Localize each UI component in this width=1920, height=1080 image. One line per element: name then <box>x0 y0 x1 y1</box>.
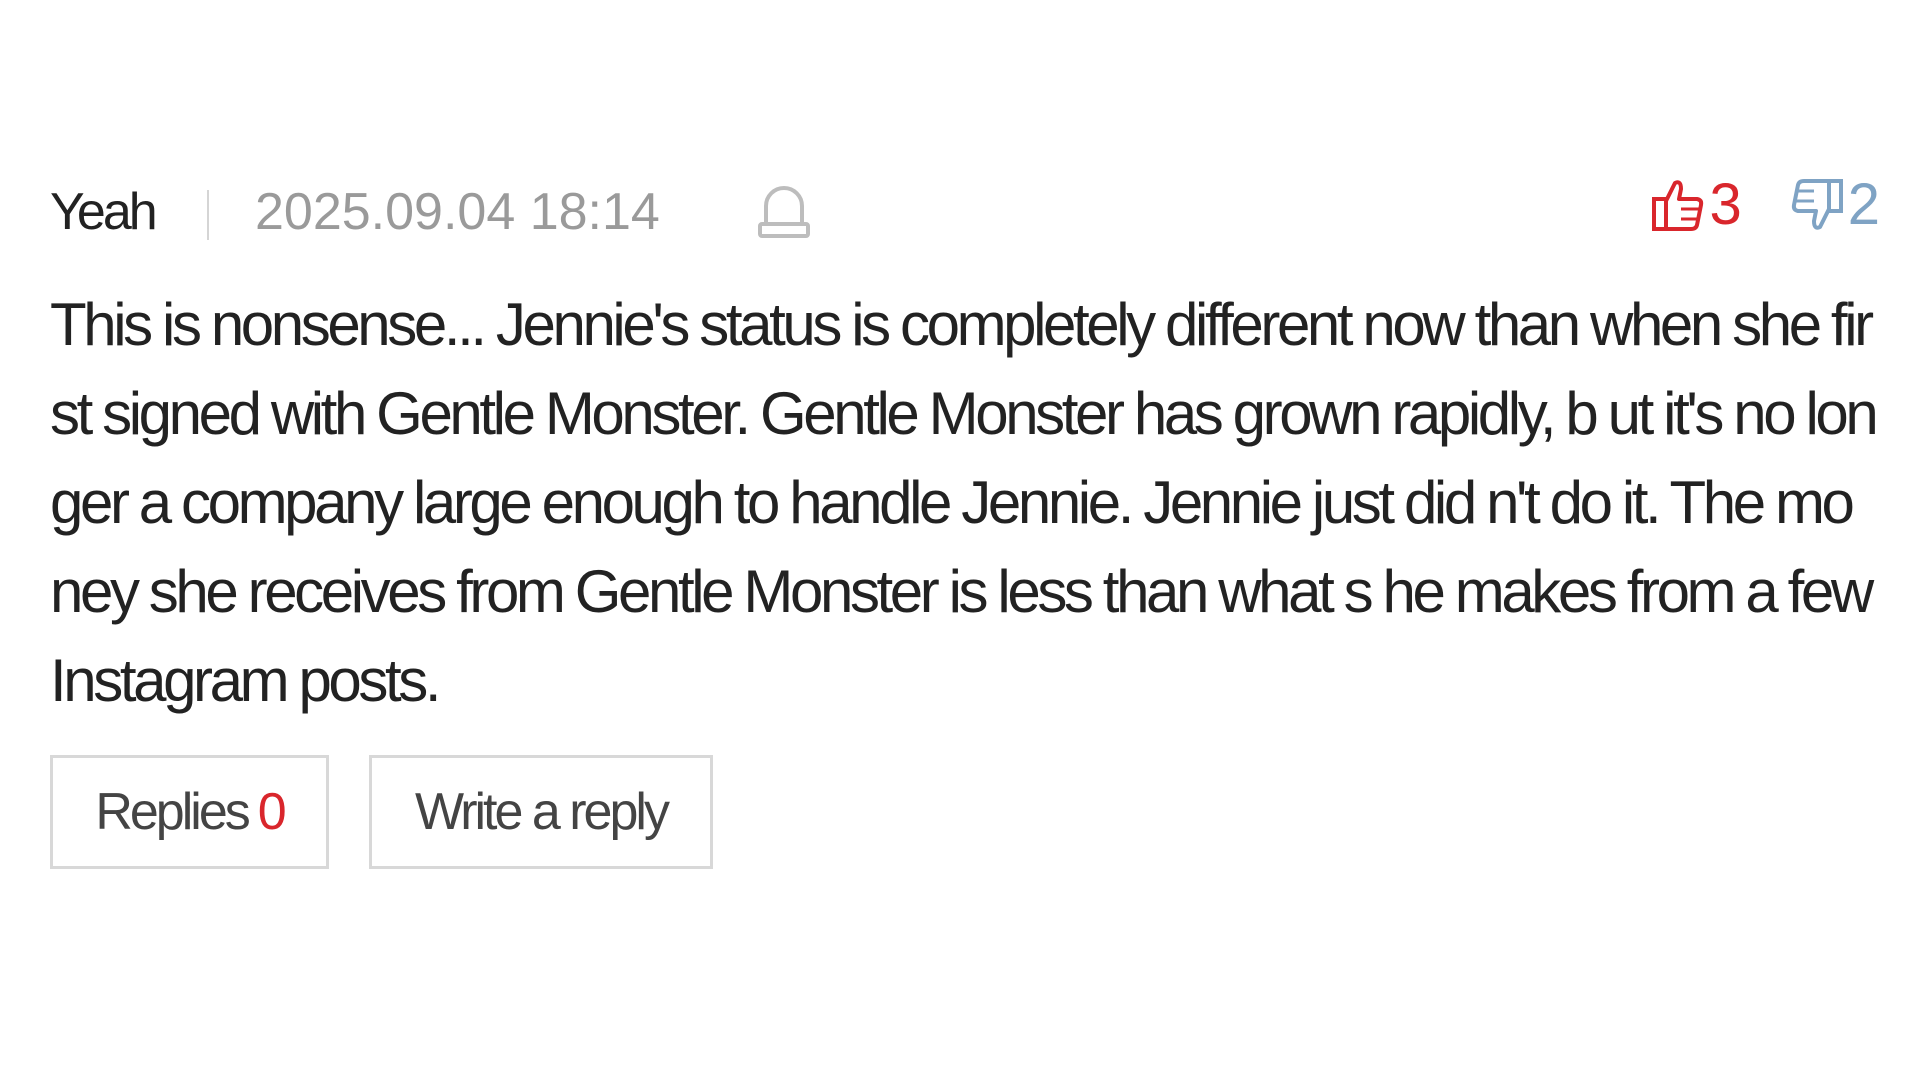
write-reply-button[interactable]: Write a reply <box>369 755 713 869</box>
meta-divider <box>207 190 209 240</box>
like-count: 3 <box>1709 172 1742 237</box>
write-reply-label: Write a reply <box>415 783 670 841</box>
replies-label: Replies <box>95 783 250 841</box>
thumbs-down-icon <box>1790 177 1844 233</box>
vote-controls: 3 2 <box>1651 170 1880 240</box>
thumbs-up-icon <box>1651 177 1705 233</box>
like-button[interactable]: 3 <box>1651 172 1742 237</box>
comment-actions: Replies 0 Write a reply <box>50 755 1880 869</box>
comment-author: Yeah <box>50 183 158 241</box>
comment-card: Yeah 2025.09.04 18:14 3 2 This is nonsen… <box>50 170 1880 869</box>
comment-datetime: 2025.09.04 18:14 <box>255 183 660 241</box>
dislike-count: 2 <box>1847 172 1880 237</box>
comment-meta: Yeah 2025.09.04 18:14 3 2 <box>50 170 1880 260</box>
bell-icon[interactable] <box>756 180 812 242</box>
replies-button[interactable]: Replies 0 <box>50 755 329 869</box>
replies-count: 0 <box>257 783 287 841</box>
comment-body: This is nonsense... Jennie's status is c… <box>50 291 1879 714</box>
dislike-button[interactable]: 2 <box>1790 175 1880 235</box>
